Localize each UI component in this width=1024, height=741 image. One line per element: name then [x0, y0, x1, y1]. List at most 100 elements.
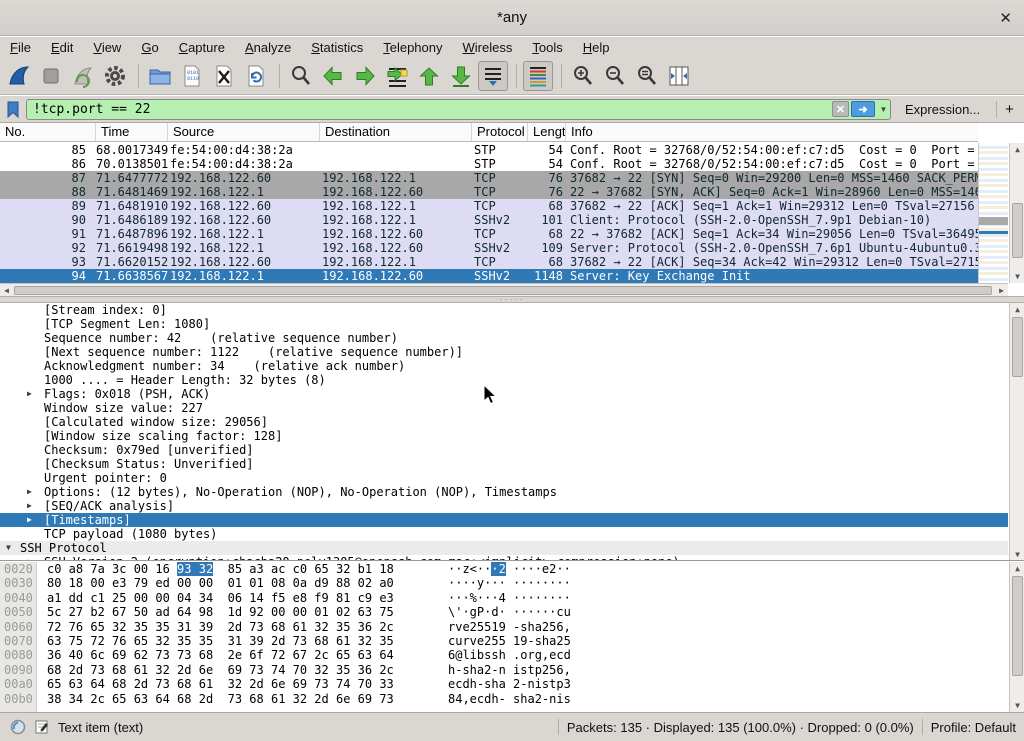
menu-analyze[interactable]: Analyze	[235, 38, 301, 57]
hex-bytes[interactable]: 65 63 64 68 2d 73 68 61 32 2d 6e 69 73 7…	[47, 677, 394, 691]
profile-label[interactable]: Profile: Default	[931, 720, 1016, 735]
pane-splitter[interactable]: ·····	[0, 296, 1024, 303]
hex-ascii[interactable]: \'·gP·d· ······cu	[448, 605, 571, 619]
scroll-up-arrow[interactable]: ▲	[1010, 562, 1024, 575]
detail-vscrollbar[interactable]: ▲ ▼	[1009, 303, 1024, 561]
stop-capture-button[interactable]	[36, 61, 66, 91]
packet-row-88[interactable]: 8871.648146932192.168.122.1192.168.122.6…	[0, 185, 978, 199]
column-header-destination[interactable]: Destination	[320, 123, 472, 141]
packet-row-85[interactable]: 8568.001734936fe:54:00:d4:38:2aSTP54Conf…	[0, 143, 978, 157]
filter-bookmark-button[interactable]	[0, 98, 26, 120]
hex-row-0020[interactable]: 0020c0 a8 7a 3c 00 16 93 32 85 a3 ac c0 …	[0, 562, 1024, 576]
column-header-info[interactable]: Info	[566, 123, 978, 141]
collapsed-arrow-icon[interactable]: ▶	[27, 499, 32, 513]
hex-ascii[interactable]: ···%···4 ········	[448, 591, 571, 605]
collapsed-arrow-icon[interactable]: ▶	[27, 485, 32, 499]
go-to-packet-button[interactable]	[382, 61, 412, 91]
capture-options-button[interactable]	[100, 61, 130, 91]
hex-bytes[interactable]: 5c 27 b2 67 50 ad 64 98 1d 92 00 00 01 0…	[47, 605, 394, 619]
open-file-button[interactable]	[145, 61, 175, 91]
resize-columns-button[interactable]	[664, 61, 694, 91]
go-back-button[interactable]	[318, 61, 348, 91]
go-last-button[interactable]	[446, 61, 476, 91]
packet-row-93[interactable]: 9371.662015274192.168.122.60192.168.122.…	[0, 255, 978, 269]
menu-statistics[interactable]: Statistics	[301, 38, 373, 57]
go-first-button[interactable]	[414, 61, 444, 91]
detail-line[interactable]: [Next sequence number: 1122 (relative se…	[0, 345, 1008, 359]
expanded-arrow-icon[interactable]: ▼	[6, 541, 11, 555]
detail-line[interactable]: ▶Flags: 0x018 (PSH, ACK)	[0, 387, 1008, 401]
hex-bytes[interactable]: 80 18 00 e3 79 ed 00 00 01 01 08 0a d9 8…	[47, 576, 394, 590]
hex-ascii[interactable]: h-sha2-n istp256,	[448, 663, 571, 677]
detail-line[interactable]: TCP payload (1080 bytes)	[0, 527, 1008, 541]
hex-bytes[interactable]: a1 dd c1 25 00 00 04 34 06 14 f5 e8 f9 8…	[47, 591, 394, 605]
hex-bytes[interactable]: c0 a8 7a 3c 00 16 93 32 85 a3 ac c0 65 3…	[47, 562, 394, 576]
colorize-button[interactable]	[523, 61, 553, 91]
menu-file[interactable]: File	[0, 38, 41, 57]
scroll-down-arrow[interactable]: ▼	[1010, 699, 1024, 712]
detail-line[interactable]: ▼SSH Protocol	[0, 541, 1008, 555]
detail-line[interactable]: Checksum: 0x79ed [unverified]	[0, 443, 1008, 457]
close-file-button[interactable]	[209, 61, 239, 91]
menu-go[interactable]: Go	[131, 38, 168, 57]
capture-comment-icon[interactable]	[34, 719, 50, 735]
detail-line[interactable]: [Stream index: 0]	[0, 303, 1008, 317]
hex-bytes[interactable]: 38 34 2c 65 63 64 68 2d 73 68 61 32 2d 6…	[47, 692, 394, 706]
detail-line[interactable]: Sequence number: 42 (relative sequence n…	[0, 331, 1008, 345]
packet-list-vscrollbar[interactable]: ▲ ▼	[1009, 143, 1024, 283]
scroll-down-arrow[interactable]: ▼	[1010, 548, 1024, 561]
reload-file-button[interactable]	[241, 61, 271, 91]
packet-row-92[interactable]: 9271.661949820192.168.122.1192.168.122.6…	[0, 241, 978, 255]
detail-line[interactable]: [TCP Segment Len: 1080]	[0, 317, 1008, 331]
menu-capture[interactable]: Capture	[169, 38, 235, 57]
detail-line[interactable]: [Window size scaling factor: 128]	[0, 429, 1008, 443]
packet-row-94[interactable]: 9471.663856741192.168.122.1192.168.122.6…	[0, 269, 978, 283]
auto-scroll-button[interactable]	[478, 61, 508, 91]
add-filter-button[interactable]: +	[996, 101, 1022, 118]
detail-line[interactable]: Urgent pointer: 0	[0, 471, 1008, 485]
detail-line[interactable]: 1000 .... = Header Length: 32 bytes (8)	[0, 373, 1008, 387]
hex-ascii[interactable]: rve25519 -sha256,	[448, 620, 571, 634]
menu-tools[interactable]: Tools	[522, 38, 572, 57]
detail-line[interactable]: ▶[Timestamps]	[0, 513, 1008, 527]
detail-line[interactable]: ▶SSH Version 2 (encryption:chacha20-poly…	[0, 555, 1008, 561]
packet-row-87[interactable]: 8771.647777234192.168.122.60192.168.122.…	[0, 171, 978, 185]
find-packet-button[interactable]	[286, 61, 316, 91]
column-header-time[interactable]: Time	[96, 123, 168, 141]
menu-telephony[interactable]: Telephony	[373, 38, 452, 57]
scroll-thumb[interactable]	[1012, 576, 1023, 676]
zoom-out-button[interactable]	[600, 61, 630, 91]
expert-info-icon[interactable]	[10, 719, 26, 735]
packet-row-89[interactable]: 8971.648191037192.168.122.60192.168.122.…	[0, 199, 978, 213]
collapsed-arrow-icon[interactable]: ▶	[27, 387, 32, 401]
hex-row-0080[interactable]: 008036 40 6c 69 62 73 73 68 2e 6f 72 67 …	[0, 648, 1024, 662]
packet-row-90[interactable]: 9071.648618924192.168.122.60192.168.122.…	[0, 213, 978, 227]
hex-ascii[interactable]: ··z<···2 ····e2··	[448, 562, 571, 576]
menu-edit[interactable]: Edit	[41, 38, 83, 57]
hex-ascii[interactable]: 6@libssh .org,ecd	[448, 648, 571, 662]
hex-bytes[interactable]: 36 40 6c 69 62 73 73 68 2e 6f 72 67 2c 6…	[47, 648, 394, 662]
menu-wireless[interactable]: Wireless	[453, 38, 523, 57]
start-capture-button[interactable]	[4, 61, 34, 91]
hex-ascii[interactable]: ····y··· ········	[448, 576, 571, 590]
column-header-length[interactable]: Length	[528, 123, 566, 141]
zoom-in-button[interactable]	[568, 61, 598, 91]
hex-row-0060[interactable]: 006072 76 65 32 35 35 31 39 2d 73 68 61 …	[0, 620, 1024, 634]
hex-vscrollbar[interactable]: ▲ ▼	[1009, 562, 1024, 712]
detail-line[interactable]: [Checksum Status: Unverified]	[0, 457, 1008, 471]
detail-line[interactable]: Window size value: 227	[0, 401, 1008, 415]
packet-row-91[interactable]: 9171.648789678192.168.122.1192.168.122.6…	[0, 227, 978, 241]
hex-row-0030[interactable]: 003080 18 00 e3 79 ed 00 00 01 01 08 0a …	[0, 576, 1024, 590]
collapsed-arrow-icon[interactable]: ▶	[27, 555, 32, 561]
go-forward-button[interactable]	[350, 61, 380, 91]
hex-row-00b0[interactable]: 00b038 34 2c 65 63 64 68 2d 73 68 61 32 …	[0, 692, 1024, 706]
filter-clear-button[interactable]: ✕	[832, 101, 849, 117]
hex-bytes[interactable]: 72 76 65 32 35 35 31 39 2d 73 68 61 32 3…	[47, 620, 394, 634]
hex-ascii[interactable]: curve255 19-sha25	[448, 634, 571, 648]
detail-line[interactable]: Acknowledgment number: 34 (relative ack …	[0, 359, 1008, 373]
restart-capture-button[interactable]	[68, 61, 98, 91]
hex-bytes[interactable]: 68 2d 73 68 61 32 2d 6e 69 73 74 70 32 3…	[47, 663, 394, 677]
display-filter-input[interactable]: !tcp.port == 22 ✕ ➜ ▼	[26, 99, 891, 120]
column-header-no[interactable]: No.	[0, 123, 96, 141]
detail-line[interactable]: ▶Options: (12 bytes), No-Operation (NOP)…	[0, 485, 1008, 499]
